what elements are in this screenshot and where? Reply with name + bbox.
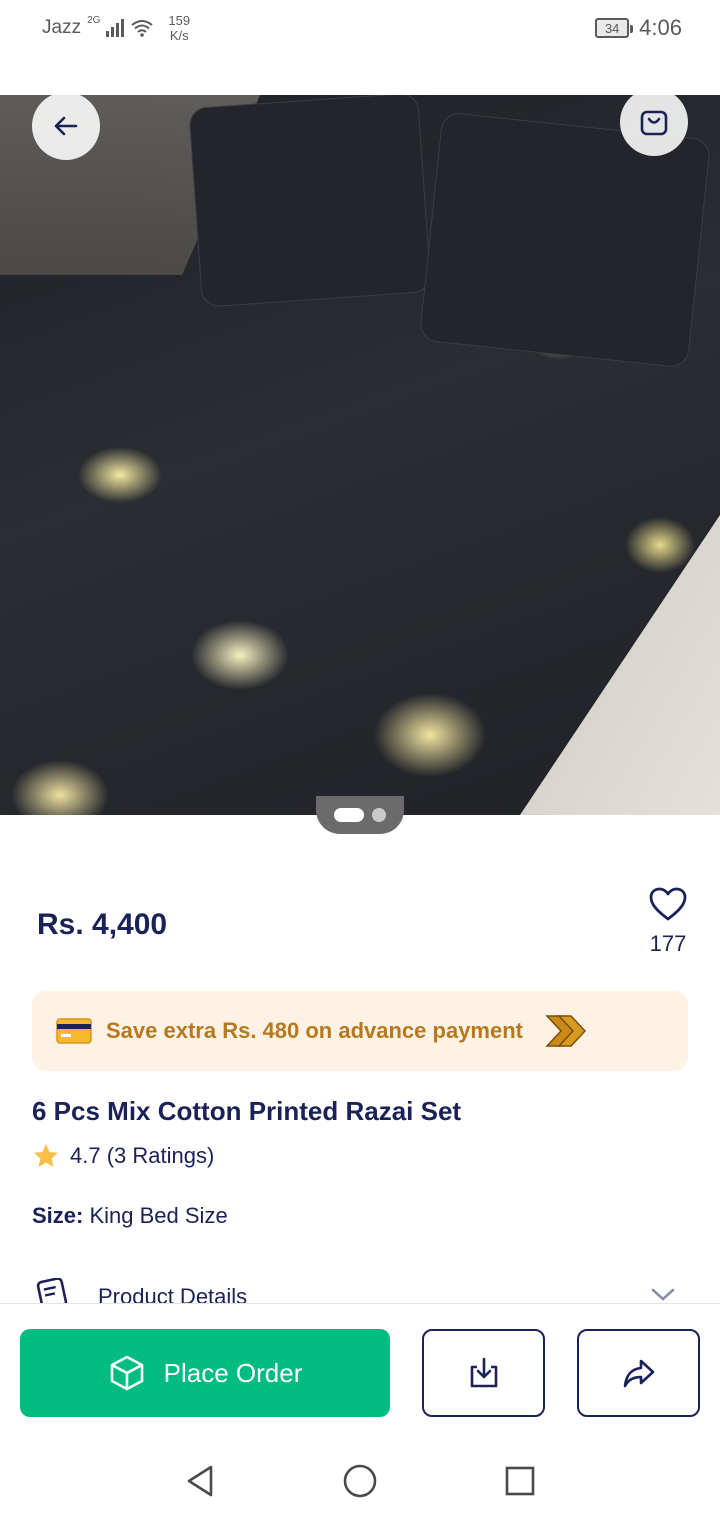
chevron-double-right-icon (545, 1014, 589, 1048)
wishlist-count: 177 (649, 931, 687, 956)
system-recents-button[interactable] (500, 1461, 540, 1501)
system-back-button[interactable] (180, 1461, 220, 1501)
heart-icon (649, 887, 687, 921)
star-icon (34, 1144, 58, 1167)
image-pager[interactable] (316, 796, 404, 834)
package-icon (110, 1355, 143, 1391)
product-image[interactable] (0, 95, 720, 815)
back-button[interactable] (32, 92, 100, 160)
system-home-button[interactable] (340, 1461, 380, 1501)
product-rating[interactable]: 4.7 (3 Ratings) (32, 1142, 214, 1170)
clock: 4:06 (639, 15, 682, 40)
system-nav-bar (0, 1433, 720, 1520)
carrier-name: Jazz (42, 17, 82, 38)
image-pillow-left (188, 95, 432, 308)
size-value: King Bed Size (89, 1203, 228, 1228)
document-icon (36, 1278, 68, 1304)
square-recents-icon (505, 1466, 535, 1496)
status-left: Jazz 2G 159 K/s (42, 13, 190, 43)
product-title: 6 Pcs Mix Cotton Printed Razai Set (32, 1096, 462, 1126)
download-button[interactable] (422, 1329, 545, 1417)
share-button[interactable] (577, 1329, 700, 1417)
download-icon (470, 1357, 497, 1388)
product-details-label: Product Details (98, 1284, 248, 1304)
wifi-icon (131, 20, 154, 37)
pager-dot-active[interactable] (334, 808, 364, 822)
network-speed-value: 159 (168, 13, 191, 28)
network-speed-unit: K/s (169, 28, 189, 43)
size-label: Size: (32, 1203, 84, 1228)
credit-card-icon (56, 1018, 92, 1044)
chevron-down-icon (651, 1288, 675, 1301)
circle-home-icon (343, 1464, 377, 1498)
share-icon (623, 1359, 654, 1388)
arrow-left-icon (54, 116, 78, 136)
cart-button[interactable] (620, 88, 688, 156)
product-details-toggle[interactable]: Product Details (32, 1276, 688, 1304)
image-background-floor (520, 515, 720, 815)
place-order-button[interactable]: Place Order (20, 1329, 390, 1417)
shopping-bag-icon (640, 110, 668, 136)
action-bar: Place Order (0, 1303, 720, 1433)
network-type: 2G (87, 14, 101, 26)
network-speed: 159 K/s (168, 13, 190, 43)
product-price: Rs. 4,400 (37, 908, 168, 941)
rating-text: 4.7 (3 Ratings) (70, 1143, 215, 1168)
advance-payment-banner[interactable]: Save extra Rs. 480 on advance payment (32, 991, 688, 1071)
status-bar: Jazz 2G 159 K/s 34 4:06 (0, 0, 720, 56)
wishlist-button[interactable]: 177 (640, 886, 696, 957)
battery-icon: 34 (595, 18, 634, 38)
battery-level: 34 (604, 20, 620, 36)
size-info: Size: King Bed Size (32, 1203, 228, 1229)
status-right: 34 4:06 (595, 15, 682, 41)
place-order-label: Place Order (163, 1357, 303, 1388)
pager-dot[interactable] (372, 808, 386, 822)
triangle-back-icon (187, 1465, 213, 1497)
signal-icon (106, 19, 125, 37)
promo-text: Save extra Rs. 480 on advance payment (106, 1018, 523, 1043)
